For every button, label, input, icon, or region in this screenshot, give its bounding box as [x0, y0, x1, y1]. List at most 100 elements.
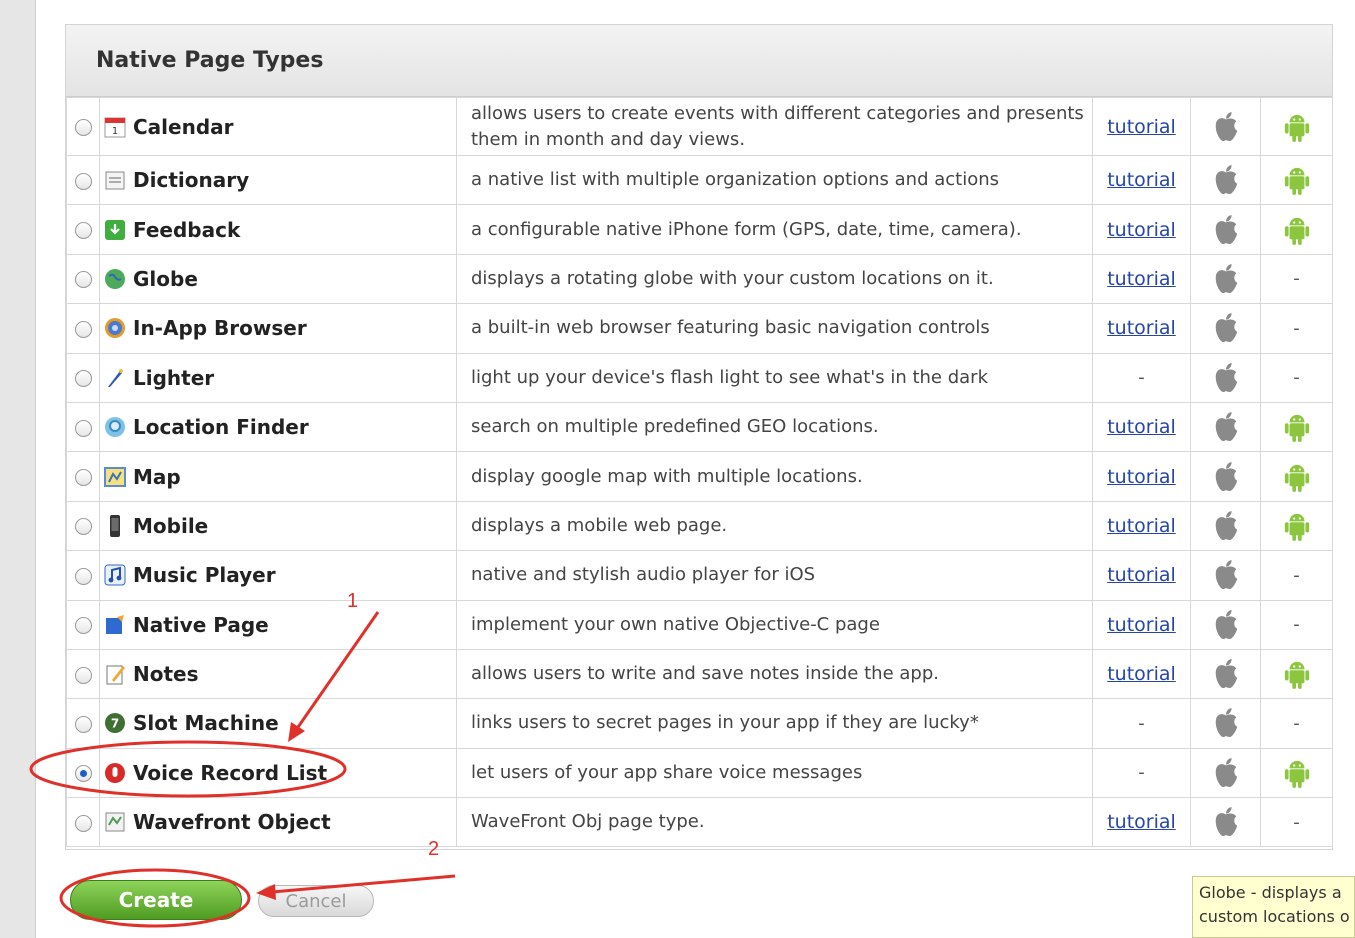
page-type-name: Globe: [133, 266, 198, 291]
globe-icon: [103, 267, 127, 291]
tutorial-link[interactable]: tutorial: [1107, 614, 1176, 636]
tutorial-cell: tutorial: [1092, 451, 1191, 502]
radio-cell: [66, 401, 100, 453]
tutorial-link[interactable]: tutorial: [1107, 663, 1176, 685]
table-row[interactable]: Dictionary a native list with multiple or…: [66, 154, 1333, 206]
wavefront-icon: [103, 810, 127, 834]
android-cell: -: [1260, 599, 1333, 650]
map-icon: [103, 465, 127, 489]
lighter-icon: [103, 366, 127, 390]
table-row[interactable]: Music Player native and stylish audio pla…: [66, 550, 1333, 601]
tutorial-link[interactable]: tutorial: [1107, 811, 1176, 833]
name-cell: Feedback: [99, 204, 457, 255]
page-type-radio[interactable]: [74, 469, 92, 487]
feedback-icon: [103, 218, 127, 242]
radio-cell: [66, 303, 100, 354]
page-type-radio[interactable]: [74, 617, 92, 635]
android-cell: [1260, 154, 1333, 206]
table-row[interactable]: Native Page implement your own native Obj…: [66, 599, 1333, 650]
apple-icon: [1212, 461, 1240, 491]
table-row[interactable]: 1 Calendar allows users to create events w…: [66, 97, 1333, 156]
page-type-radio[interactable]: [74, 222, 92, 240]
radio-cell: [66, 747, 100, 799]
table-row[interactable]: Map display google map with multiple loca…: [66, 451, 1333, 502]
name-cell: Map: [99, 451, 457, 502]
apple-icon: [1212, 214, 1240, 244]
name-cell: Mobile: [99, 500, 457, 552]
android-cell: [1260, 451, 1333, 502]
table-row[interactable]: Lighter light up your device's flash ligh…: [66, 352, 1333, 403]
page-type-radio[interactable]: [74, 567, 92, 585]
name-cell: Music Player: [99, 550, 457, 601]
apple-cell: [1190, 303, 1261, 354]
radio-cell: [66, 698, 100, 749]
tooltip-line-2: custom locations o: [1199, 907, 1350, 926]
table-row[interactable]: Globe displays a rotating globe with your…: [66, 253, 1333, 305]
page-type-description: a configurable native iPhone form (GPS, …: [456, 204, 1093, 255]
tutorial-cell: -: [1092, 352, 1191, 403]
apple-cell: [1190, 97, 1261, 156]
annotation-number-2: 2: [428, 838, 440, 860]
music-player-icon: [103, 563, 127, 587]
slot-machine-icon: 7: [103, 711, 127, 735]
tutorial-link[interactable]: tutorial: [1107, 515, 1176, 537]
page-type-name: Native Page: [133, 612, 269, 637]
tutorial-cell: tutorial: [1092, 97, 1191, 156]
page-type-radio[interactable]: [74, 419, 92, 437]
table-row[interactable]: Voice Record List let users of your app s…: [66, 747, 1333, 799]
tutorial-link[interactable]: tutorial: [1107, 416, 1176, 438]
create-button[interactable]: Create: [70, 880, 242, 920]
tutorial-cell: tutorial: [1092, 500, 1191, 552]
table-row[interactable]: 7 Slot Machine links users to secret pages…: [66, 698, 1333, 749]
apple-icon: [1212, 362, 1240, 392]
tutorial-link[interactable]: tutorial: [1107, 268, 1176, 290]
page-type-radio[interactable]: [74, 765, 92, 783]
table-row[interactable]: Wavefront Object WaveFront Obj page type.…: [66, 797, 1333, 848]
tutorial-link[interactable]: tutorial: [1107, 169, 1176, 191]
apple-cell: [1190, 451, 1261, 502]
tutorial-link[interactable]: tutorial: [1107, 564, 1176, 586]
page-type-description: let users of your app share voice messag…: [456, 747, 1093, 799]
left-sidebar-edge: [0, 0, 36, 938]
page-type-radio[interactable]: [74, 814, 92, 832]
table-row[interactable]: Notes allows users to write and save note…: [66, 648, 1333, 700]
table-row[interactable]: Mobile displays a mobile web page. tutoria…: [66, 500, 1333, 552]
radio-cell: [66, 599, 100, 650]
page-type-radio[interactable]: [74, 518, 92, 536]
tutorial-cell: tutorial: [1092, 401, 1191, 453]
no-android-dash: -: [1293, 712, 1300, 734]
page-type-radio[interactable]: [74, 119, 92, 136]
tooltip-line-1: Globe - displays a: [1199, 883, 1342, 902]
android-icon: [1283, 661, 1311, 690]
no-android-dash: -: [1293, 268, 1300, 290]
tutorial-cell: -: [1092, 747, 1191, 799]
page-type-name: Music Player: [133, 563, 276, 588]
apple-icon: [1212, 807, 1240, 837]
table-row[interactable]: Feedback a configurable native iPhone for…: [66, 204, 1333, 255]
android-icon: [1283, 114, 1311, 142]
tutorial-cell: tutorial: [1092, 303, 1191, 354]
tutorial-link[interactable]: tutorial: [1107, 116, 1176, 138]
tutorial-link[interactable]: tutorial: [1107, 317, 1176, 339]
page-type-radio[interactable]: [74, 172, 92, 190]
tutorial-cell: tutorial: [1092, 550, 1191, 601]
table-row[interactable]: Location Finder search on multiple predef…: [66, 401, 1333, 453]
android-cell: [1260, 204, 1333, 255]
tutorial-link[interactable]: tutorial: [1107, 466, 1176, 488]
page-type-radio[interactable]: [74, 666, 92, 684]
native-page-types-panel: Native Page Types 1 Calendar allows users …: [65, 24, 1333, 850]
name-cell: 1 Calendar: [99, 97, 457, 156]
apple-cell: [1190, 698, 1261, 749]
tutorial-link[interactable]: tutorial: [1107, 219, 1176, 241]
android-cell: -: [1260, 352, 1333, 403]
page-type-description: WaveFront Obj page type.: [456, 797, 1093, 848]
table-row[interactable]: In-App Browser a built-in web browser fea…: [66, 303, 1333, 354]
apple-icon: [1212, 165, 1240, 195]
page-type-name: Notes: [133, 662, 199, 687]
page-type-radio[interactable]: [74, 370, 92, 388]
page-type-name: Calendar: [133, 114, 234, 139]
page-type-radio[interactable]: [74, 271, 92, 289]
page-type-radio[interactable]: [74, 715, 92, 733]
page-type-radio[interactable]: [74, 320, 92, 338]
cancel-button[interactable]: Cancel: [258, 885, 374, 917]
